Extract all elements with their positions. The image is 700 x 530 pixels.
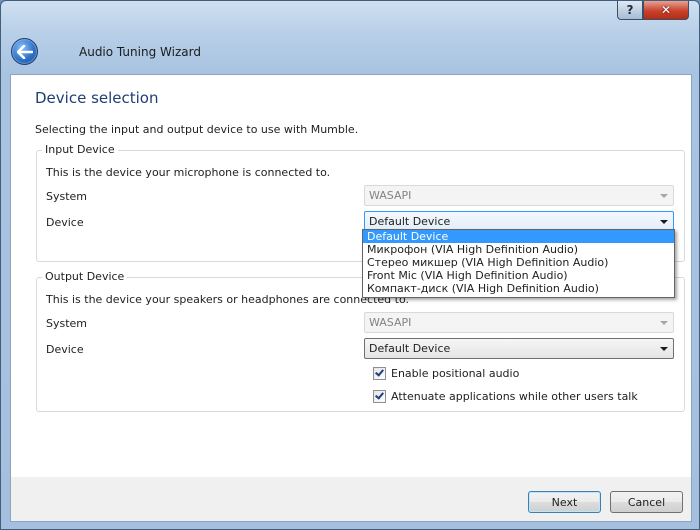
input-device-description: This is the device your microphone is co… [46, 166, 331, 179]
output-device-description: This is the device your speakers or head… [46, 293, 409, 306]
dropdown-option[interactable]: Front Mic (VIA High Definition Audio) [363, 269, 674, 282]
close-icon: ✕ [660, 3, 672, 17]
input-system-label: System [46, 190, 88, 203]
attenuate-checkbox-row[interactable]: Attenuate applications while other users… [373, 390, 638, 403]
close-button[interactable]: ✕ [643, 1, 689, 20]
checkmark-icon [375, 367, 384, 377]
back-button[interactable] [11, 38, 38, 65]
dropdown-option[interactable]: Стерео микшер (VIA High Definition Audio… [363, 256, 674, 269]
output-system-value: WASAPI [369, 316, 412, 329]
wizard-window: ? ✕ Audio Tuning Wizard Device selection… [0, 0, 700, 530]
input-device-label: Device [46, 216, 84, 229]
page-title: Device selection [35, 89, 159, 107]
output-system-select[interactable]: WASAPI [364, 312, 674, 333]
output-device-label: Device [46, 343, 84, 356]
wizard-client-area: Device selection Selecting the input and… [10, 74, 692, 522]
wizard-title: Audio Tuning Wizard [79, 45, 201, 59]
chevron-down-icon [660, 347, 668, 351]
positional-audio-checkbox-row[interactable]: Enable positional audio [373, 367, 519, 380]
input-device-value: Default Device [369, 215, 451, 228]
dropdown-option[interactable]: Default Device [363, 230, 674, 243]
next-button[interactable]: Next [528, 491, 601, 513]
output-device-value: Default Device [369, 342, 451, 355]
cancel-button[interactable]: Cancel [610, 491, 683, 513]
attenuate-checkbox[interactable] [373, 390, 386, 403]
output-system-label: System [46, 317, 88, 330]
output-device-legend: Output Device [42, 270, 128, 283]
input-device-dropdown-list: Default Device Микрофон (VIA High Defini… [362, 229, 675, 298]
attenuate-label: Attenuate applications while other users… [391, 390, 638, 403]
dropdown-option[interactable]: Микрофон (VIA High Definition Audio) [363, 243, 674, 256]
positional-audio-label: Enable positional audio [391, 367, 520, 380]
checkmark-icon [375, 390, 384, 400]
input-device-legend: Input Device [42, 143, 118, 156]
positional-audio-checkbox[interactable] [373, 367, 386, 380]
back-arrow-icon [16, 44, 33, 59]
next-button-label: Next [551, 495, 578, 509]
output-device-select[interactable]: Default Device [364, 338, 674, 359]
help-icon: ? [626, 3, 634, 17]
input-system-value: WASAPI [369, 189, 412, 202]
cancel-button-label: Cancel [627, 495, 666, 509]
help-button[interactable]: ? [617, 1, 643, 20]
chevron-down-icon [660, 321, 668, 325]
chevron-down-icon [660, 220, 668, 224]
input-system-select[interactable]: WASAPI [364, 185, 674, 206]
chevron-down-icon [660, 194, 668, 198]
dropdown-option[interactable]: Компакт-диск (VIA High Definition Audio) [363, 282, 674, 295]
page-description: Selecting the input and output device to… [35, 123, 359, 136]
